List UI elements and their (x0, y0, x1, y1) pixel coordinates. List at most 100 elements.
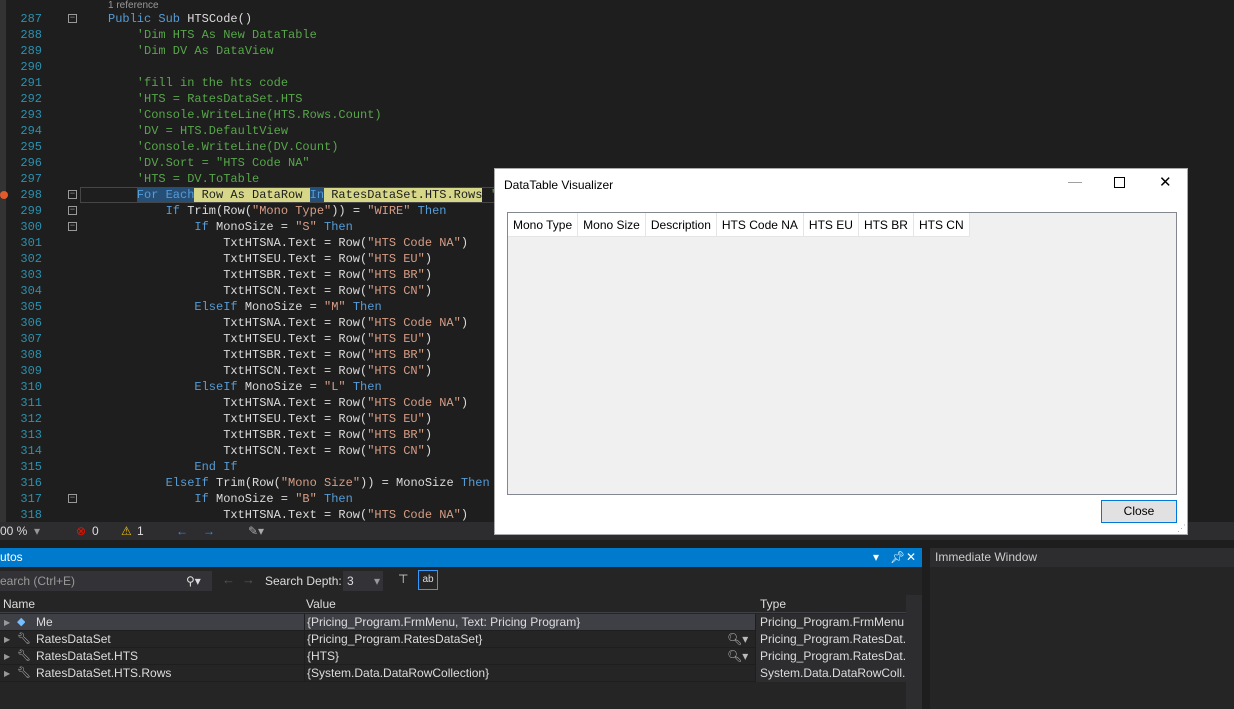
column-header-name[interactable]: Name (3, 595, 35, 613)
code-line[interactable]: 291 'fill in the hts code (0, 75, 1234, 91)
grid-column-header[interactable]: Mono Size (578, 213, 646, 236)
grid-column-header[interactable]: Description (646, 213, 717, 236)
variable-value[interactable]: {Pricing_Program.FrmMenu, Text: Pricing … (304, 614, 724, 631)
error-icon: ⊗ (76, 524, 87, 538)
code-line[interactable]: 289 'Dim DV As DataView (0, 43, 1234, 59)
code-text: 'HTS = DV.ToTable (137, 171, 259, 187)
code-token: "HTS EU" (367, 252, 425, 266)
variable-value[interactable]: {Pricing_Program.RatesDataSet} (304, 631, 724, 648)
warning-count[interactable]: 1 (137, 524, 144, 538)
line-number: 311 (20, 396, 42, 410)
collapse-icon[interactable]: − (68, 494, 77, 503)
close-button[interactable]: Close (1101, 500, 1177, 523)
variable-value[interactable]: {HTS} (304, 648, 724, 665)
code-text: TxtHTSNA.Text = Row("HTS Code NA") (223, 395, 468, 411)
code-token: MonoSize = (244, 300, 325, 314)
expand-icon[interactable]: ▶ (4, 614, 10, 631)
close-icon[interactable]: ✕ (906, 548, 916, 567)
grid-column-header[interactable]: HTS Code NA (717, 213, 804, 236)
close-icon[interactable]: ✕ (1159, 173, 1172, 191)
code-token: TxtHTSBR.Text = Row( (223, 428, 368, 442)
code-token: End If (194, 460, 238, 474)
pin-icon[interactable]: 📌︎ (890, 548, 905, 567)
column-header-value[interactable]: Value (306, 595, 336, 613)
autos-row[interactable]: ▶ ◆ Me {Pricing_Program.FrmMenu, Text: P… (0, 614, 906, 631)
code-text: TxtHTSCN.Text = Row("HTS CN") (223, 283, 432, 299)
column-header-type[interactable]: Type (760, 595, 786, 613)
filter-pin-icon[interactable]: ⊤ (398, 572, 408, 586)
code-text: TxtHTSBR.Text = Row("HTS BR") (223, 427, 432, 443)
code-text: TxtHTSNA.Text = Row("HTS Code NA") (223, 507, 468, 522)
warning-icon: ⚠ (121, 524, 132, 538)
code-line[interactable]: 293 'Console.WriteLine(HTS.Rows.Count) (0, 107, 1234, 123)
code-line[interactable]: 288 'Dim HTS As New DataTable (0, 27, 1234, 43)
search-placeholder: earch (Ctrl+E) (0, 574, 76, 588)
code-token: ) (460, 236, 469, 250)
autos-row[interactable]: ▶ 🔧︎ RatesDataSet {Pricing_Program.Rates… (0, 631, 906, 648)
expand-icon[interactable]: ▶ (4, 648, 10, 665)
code-text: TxtHTSBR.Text = Row("HTS BR") (223, 347, 432, 363)
breakpoint-icon[interactable] (0, 191, 8, 199)
code-token: TxtHTSCN.Text = Row( (223, 364, 368, 378)
autos-row[interactable]: ▶ 🔧︎ RatesDataSet.HTS {HTS} 🔍︎▾ Pricing_… (0, 648, 906, 665)
grid-column-header[interactable]: HTS BR (859, 213, 914, 236)
hex-display-icon[interactable]: ab (418, 570, 438, 590)
code-line[interactable]: 290 (0, 59, 1234, 75)
code-line[interactable]: 292 'HTS = RatesDataSet.HTS (0, 91, 1234, 107)
minimize-icon[interactable]: — (1068, 173, 1082, 189)
line-number: 310 (20, 380, 42, 394)
collapse-icon[interactable]: − (68, 190, 77, 199)
maximize-icon[interactable] (1114, 177, 1125, 188)
navigate-back-icon[interactable]: ← (176, 524, 188, 538)
search-forward-icon[interactable]: → (242, 572, 255, 587)
code-token: TxtHTSEU.Text = Row( (223, 252, 368, 266)
code-text: TxtHTSBR.Text = Row("HTS BR") (223, 267, 432, 283)
zoom-dropdown-icon[interactable]: ▾ (34, 524, 40, 538)
variable-name: RatesDataSet.HTS (36, 649, 139, 663)
autos-panel: utos ▾ 📌︎ ✕ earch (Ctrl+E) ⚲▾ ← → Search… (0, 548, 922, 709)
line-number: 299 (20, 204, 42, 218)
zoom-level[interactable]: 00 % (0, 524, 27, 538)
visualizer-magnifier-icon[interactable]: 🔍︎▾ (727, 648, 748, 665)
autos-row[interactable]: ▶ 🔧︎ RatesDataSet.HTS.Rows {System.Data.… (0, 665, 906, 682)
variable-name: RatesDataSet (36, 632, 111, 646)
search-icon[interactable]: ⚲▾ (186, 571, 201, 591)
collapse-icon[interactable]: − (68, 222, 77, 231)
resize-grip-icon[interactable]: ⋰ (1177, 523, 1186, 534)
code-token: If (194, 220, 216, 234)
search-back-icon[interactable]: ← (222, 572, 235, 587)
expand-icon[interactable]: ▶ (4, 631, 10, 648)
grid-column-header[interactable]: HTS EU (804, 213, 859, 236)
code-lens-references[interactable]: 1 reference (108, 0, 159, 11)
code-token: TxtHTSCN.Text = Row( (223, 444, 368, 458)
code-token: )) = MonoSize (360, 476, 461, 490)
search-input[interactable]: earch (Ctrl+E) ⚲▾ (0, 571, 212, 591)
vertical-scrollbar[interactable] (906, 595, 922, 709)
code-line[interactable]: 295 'Console.WriteLine(DV.Count) (0, 139, 1234, 155)
navigate-forward-icon[interactable]: → (203, 524, 215, 538)
grid-column-header[interactable]: HTS CN (914, 213, 970, 236)
immediate-window[interactable]: Immediate Window (930, 548, 1234, 709)
visualizer-magnifier-icon[interactable]: 🔍︎▾ (727, 631, 748, 648)
code-token: Row As DataRow (194, 188, 310, 202)
code-token: "HTS CN" (367, 444, 425, 458)
collapse-icon[interactable]: − (68, 206, 77, 215)
code-text: TxtHTSNA.Text = Row("HTS Code NA") (223, 315, 468, 331)
collapse-icon[interactable]: − (68, 14, 77, 23)
grid-column-header[interactable]: Mono Type (508, 213, 579, 236)
window-menu-icon[interactable]: ▾ (873, 548, 879, 567)
expand-icon[interactable]: ▶ (4, 665, 10, 682)
brush-icon[interactable]: ✎▾ (248, 524, 264, 538)
code-line[interactable]: 294 'DV = HTS.DefaultView (0, 123, 1234, 139)
data-grid[interactable]: Mono Type Mono Size Description HTS Code NA… (507, 212, 1177, 495)
code-line[interactable]: 287 − Public Sub HTSCode() (0, 11, 1234, 27)
search-depth-select[interactable]: 3 ▾ (343, 571, 383, 591)
error-count[interactable]: 0 (92, 524, 99, 538)
code-token: In (309, 188, 325, 202)
code-token: Then (316, 492, 353, 506)
variable-value[interactable]: {System.Data.DataRowCollection} (304, 665, 724, 682)
code-text: 'Console.WriteLine(DV.Count) (137, 139, 339, 155)
code-token: If (194, 492, 216, 506)
code-text: TxtHTSCN.Text = Row("HTS CN") (223, 443, 432, 459)
line-number: 288 (20, 28, 42, 42)
